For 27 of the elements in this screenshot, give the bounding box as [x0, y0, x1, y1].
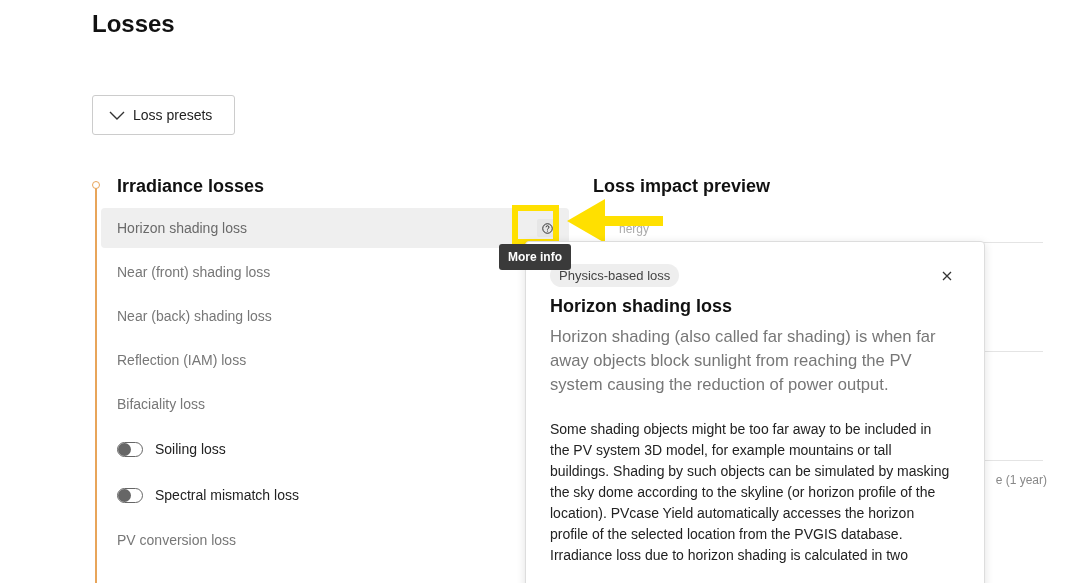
- popover-paragraph: Some shading objects might be too far away to be included in the PV system 3D model, for example mountains or tall buildings. Shading by such objects can be simulated by masking the sky dome according to the skyline (or horizon profile of the location). PVcase Yield automatically accesses the horizon profile of the selected location from the PVGIS database.: [550, 420, 951, 544]
- page-title: Losses: [92, 10, 175, 38]
- tooltip: More info: [499, 244, 571, 270]
- loss-item[interactable]: Reflection (IAM) loss: [101, 340, 497, 380]
- help-icon: [541, 222, 553, 234]
- preview-title: Loss impact preview: [593, 175, 772, 198]
- loss-toggle-item[interactable]: Soiling loss: [101, 428, 497, 470]
- loss-item[interactable]: Near (back) shading loss: [101, 296, 497, 336]
- loss-item[interactable]: Horizon shading loss: [101, 208, 569, 248]
- toggle-switch[interactable]: [117, 487, 143, 503]
- popover-lead: Horizon shading (also called far shading) is when far away objects block sunlight from reaching the PV system causing the reduction of power output.: [550, 326, 937, 396]
- loss-toggle-item[interactable]: Spectral mismatch loss: [101, 474, 497, 516]
- loss-item[interactable]: Bifaciality loss: [101, 384, 497, 424]
- close-icon[interactable]: [942, 270, 952, 281]
- chevron-down-icon: [109, 110, 125, 120]
- loss-type-tag: Physics-based loss: [550, 264, 680, 287]
- toggle-switch[interactable]: [117, 441, 143, 457]
- loss-item[interactable]: Near (front) shading loss: [101, 252, 497, 292]
- timeline-dot: [92, 181, 100, 189]
- preview-label: e (1 year): [995, 473, 1047, 487]
- loss-item[interactable]: PV conversion loss: [101, 520, 497, 560]
- loss-presets-button[interactable]: Loss presets: [92, 95, 235, 135]
- section-title: Irradiance losses: [117, 175, 266, 198]
- popover-title: Horizon shading loss: [550, 296, 733, 317]
- preview-label: nergy: [619, 222, 650, 236]
- popover-paragraph: Irradiance loss due to horizon shading is calculated in two: [550, 546, 909, 565]
- arrow-icon: [567, 199, 663, 243]
